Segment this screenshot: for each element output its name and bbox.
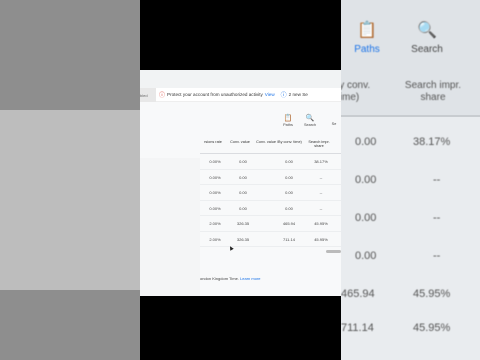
search-label: Search: [303, 123, 317, 127]
table-cell: 465.94: [282, 221, 296, 226]
right-blurred-search-tab: 🔍 Search: [407, 20, 447, 55]
table-cell: --: [319, 190, 323, 195]
more-button[interactable]: · Se: [326, 114, 341, 126]
right-blurred-col-search: Search impr. share: [404, 80, 462, 103]
right-blurred-value: 45.95%: [413, 322, 451, 334]
table-cell: 0.00: [285, 174, 293, 180]
col-header[interactable]: Conv. value /By conv. time): [256, 140, 302, 144]
truncated-left-text: bled: [140, 88, 156, 102]
info-icon: ⓘ: [280, 93, 287, 99]
table-cell: 0.00%: [209, 159, 221, 164]
right-blurred-value: --: [433, 212, 441, 224]
metrics-table: rsions rate Conv. value Conv. value /By …: [200, 136, 341, 247]
security-alert-banner: ⓘ Protect your account from unauthorized…: [156, 88, 341, 102]
col-header[interactable]: Search impr. share: [304, 140, 334, 149]
blurred-left-column: [140, 158, 200, 296]
clipboard-icon: 📋: [283, 115, 293, 122]
right-blurred-paths-tab: 📋 Paths: [347, 20, 387, 55]
alert-message: Protect your account from unauthorized a…: [167, 92, 263, 97]
table-cell: 326.35: [236, 236, 250, 242]
right-blurred-value: 45.95%: [413, 288, 451, 300]
right-blurred-value: --: [433, 250, 441, 262]
warning-icon: ⓘ: [159, 93, 166, 99]
timezone-footer: ondon Kingdom Time. Learn more: [200, 276, 341, 281]
table-row: 0.00% 0.00 0.00 --: [200, 201, 341, 216]
table-row: 0.00% 0.00 0.00 --: [200, 170, 341, 185]
table-row: 0.00% 0.00 0.00 --: [200, 185, 341, 201]
table-cell: --: [319, 174, 323, 180]
search-icon: 🔍: [417, 22, 437, 39]
clipboard-icon: 📋: [357, 22, 377, 39]
table-cell: 0.00%: [209, 174, 221, 180]
table-cell: 38.17%: [314, 159, 328, 164]
table-cell: 0.00: [239, 205, 247, 211]
placeholder-icon: ·: [332, 114, 336, 121]
alert-view-link[interactable]: View: [265, 92, 275, 97]
col-header[interactable]: Conv. value: [226, 140, 254, 144]
report-toolbar: 📋 Paths 🔍 Search · Se: [280, 114, 341, 134]
table-header: rsions rate Conv. value Conv. value /By …: [200, 136, 341, 154]
right-blurred-value: --: [433, 174, 441, 186]
table-cell: 2.00%: [209, 221, 221, 226]
col-header[interactable]: rsions rate: [200, 140, 226, 144]
left-blurred-panel: [0, 0, 140, 360]
right-blurred-value: 0.00: [355, 212, 377, 224]
table-cell: 0.00: [285, 190, 293, 195]
black-bottom-strip: [140, 296, 341, 360]
table-cell: 0.00: [239, 174, 247, 180]
search-button[interactable]: 🔍 Search: [302, 114, 318, 127]
browser-top-bar: [140, 70, 341, 90]
right-blurred-value: 0.00: [355, 250, 377, 262]
table-cell: 711.14: [283, 236, 295, 242]
learn-more-link[interactable]: Learn more: [240, 276, 260, 281]
table-cell: 0.00: [239, 190, 247, 195]
left-blurred-band: [0, 110, 140, 290]
paths-button[interactable]: 📋 Paths: [280, 114, 296, 127]
table-cell: 0.00%: [209, 205, 221, 211]
table-row: 0.00% 0.00 0.00 38.17%: [200, 154, 341, 170]
table-cell: 0.00: [239, 159, 247, 164]
more-label: Se: [331, 122, 337, 126]
right-blurred-value: 465.94: [341, 288, 375, 300]
right-blurred-value: 0.00: [355, 136, 377, 148]
footer-text: ondon Kingdom Time.: [200, 276, 239, 281]
video-frame: 📋 Paths 🔍 Search ly conv. time) Search i…: [0, 0, 480, 360]
right-blurred-value: 0.00: [355, 174, 377, 186]
alert-info-text[interactable]: 2 new Se: [289, 92, 308, 97]
table-cell: 0.00%: [209, 190, 221, 195]
right-blurred-panel: 📋 Paths 🔍 Search ly conv. time) Search i…: [341, 0, 480, 360]
right-blurred-search-label: Search: [411, 44, 443, 55]
right-blurred-value: 711.14: [341, 322, 374, 334]
table-cell: --: [319, 205, 323, 211]
horizontal-scrollbar[interactable]: [326, 250, 341, 253]
right-blurred-col-conv: ly conv. time): [341, 80, 371, 103]
right-blurred-divider: [341, 115, 480, 117]
paths-label: Paths: [283, 123, 293, 127]
search-icon: 🔍: [305, 115, 315, 122]
table-cell: 2.00%: [209, 236, 221, 242]
table-cell: 0.00: [285, 159, 293, 164]
table-row: 2.00% 326.35 465.94 45.95%: [200, 216, 341, 232]
screen-capture: bled ⓘ Protect your account from unautho…: [140, 70, 341, 296]
right-blurred-value: 38.17%: [413, 136, 451, 148]
table-cell: 0.00: [285, 205, 293, 211]
right-blurred-paths-label: Paths: [354, 44, 380, 55]
table-row: 2.00% 326.35 711.14 45.95%: [200, 232, 341, 247]
table-cell: 45.95%: [314, 236, 328, 242]
table-cell: 326.35: [236, 221, 250, 226]
table-cell: 45.95%: [314, 221, 328, 226]
